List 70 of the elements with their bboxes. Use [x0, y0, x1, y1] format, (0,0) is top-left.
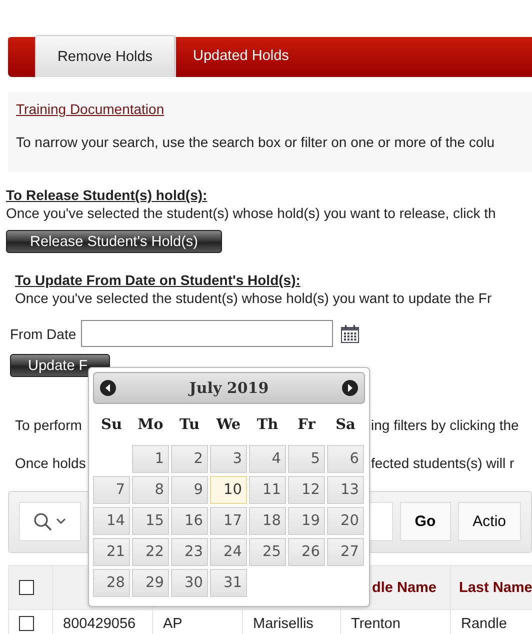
day-cell[interactable]: 6: [327, 445, 364, 473]
day-cell[interactable]: 7: [93, 476, 130, 504]
note-text: To perform: [15, 416, 82, 434]
day-cell[interactable]: 22: [132, 538, 169, 566]
tab[interactable]: Remove Holds: [35, 35, 175, 77]
field-label: From Date: [10, 324, 76, 342]
day-cell[interactable]: 2: [171, 445, 208, 473]
day-cell[interactable]: 11: [249, 476, 286, 504]
weekday-label: Fr: [296, 415, 316, 435]
note-text: fected students(s) will r: [371, 454, 514, 472]
section-text: Once you've selected the student(s) whose hold(s) you want to release, click th: [6, 204, 496, 222]
chevron-icon: [56, 518, 66, 525]
day-cell[interactable]: 27: [327, 538, 364, 566]
day-cell[interactable]: 1: [132, 445, 169, 473]
actions-button[interactable]: Actio: [458, 502, 521, 541]
day-cell[interactable]: 23: [171, 538, 208, 566]
note-text: Once holds: [15, 454, 86, 472]
day-cell[interactable]: 19: [288, 507, 325, 535]
section-heading: To Update From Date on Student's Hold(s):: [15, 271, 300, 289]
calendar-icon[interactable]: [340, 324, 360, 344]
day-cell[interactable]: 21: [93, 538, 130, 566]
weekday-label: We: [215, 415, 242, 435]
day-cell[interactable]: 30: [171, 569, 208, 597]
day-cell[interactable]: 4: [249, 445, 286, 473]
checkbox[interactable]: [19, 616, 34, 632]
search-button[interactable]: [19, 502, 81, 541]
documentation-link[interactable]: Training Documentation: [16, 101, 164, 117]
release-button[interactable]: Release Student's Hold(s): [6, 230, 222, 253]
day-cell[interactable]: 28: [93, 569, 130, 597]
previous-month-icon[interactable]: [100, 380, 116, 396]
table-cell: Randle: [461, 616, 507, 632]
weekday-label: Th: [256, 415, 280, 435]
weekday-label: Su: [100, 415, 123, 435]
day-cell[interactable]: 14: [93, 507, 130, 535]
go-button[interactable]: Go: [400, 502, 451, 541]
checkbox[interactable]: [19, 580, 34, 596]
day-cell[interactable]: 15: [132, 507, 169, 535]
search-icon: [33, 512, 54, 532]
month-title: July 2019: [189, 379, 269, 397]
day-cell[interactable]: 29: [132, 569, 169, 597]
day-cell[interactable]: 20: [327, 507, 364, 535]
day-cell[interactable]: 13: [327, 476, 364, 504]
weekday-label: Tu: [178, 415, 200, 435]
day-cell[interactable]: 5: [288, 445, 325, 473]
day-cell[interactable]: 24: [210, 538, 247, 566]
update-button[interactable]: Update F: [10, 354, 110, 377]
tab[interactable]: Updated Holds: [175, 35, 309, 77]
day-cell[interactable]: 10: [210, 476, 247, 504]
day-cell[interactable]: 31: [210, 569, 247, 597]
table-cell: AP: [163, 616, 182, 632]
table-cell: 800429056: [63, 616, 136, 632]
day-cell[interactable]: 8: [132, 476, 169, 504]
day-cell[interactable]: 17: [210, 507, 247, 535]
day-cell[interactable]: 3: [210, 445, 247, 473]
table-cell: Trenton: [351, 616, 400, 632]
section-text: Once you've selected the student(s) whose hold(s) you want to update the Fr: [15, 289, 492, 307]
day-cell[interactable]: 16: [171, 507, 208, 535]
weekday-label: Sa: [334, 415, 356, 435]
table-cell: Marisellis: [253, 616, 314, 632]
day-cell[interactable]: 26: [288, 538, 325, 566]
note-text: ing filters by clicking the: [371, 416, 519, 434]
weekday-label: Mo: [136, 415, 164, 435]
day-cell[interactable]: 9: [171, 476, 208, 504]
section-heading: To Release Student(s) hold(s):: [6, 186, 208, 204]
date-field[interactable]: [81, 320, 334, 347]
day-cell[interactable]: 18: [249, 507, 286, 535]
next-month-icon[interactable]: [342, 380, 358, 396]
day-cell[interactable]: 12: [288, 476, 325, 504]
info-text: To narrow your search, use the search box or filter on one or more of the colu: [16, 133, 496, 151]
day-cell[interactable]: 25: [249, 538, 286, 566]
